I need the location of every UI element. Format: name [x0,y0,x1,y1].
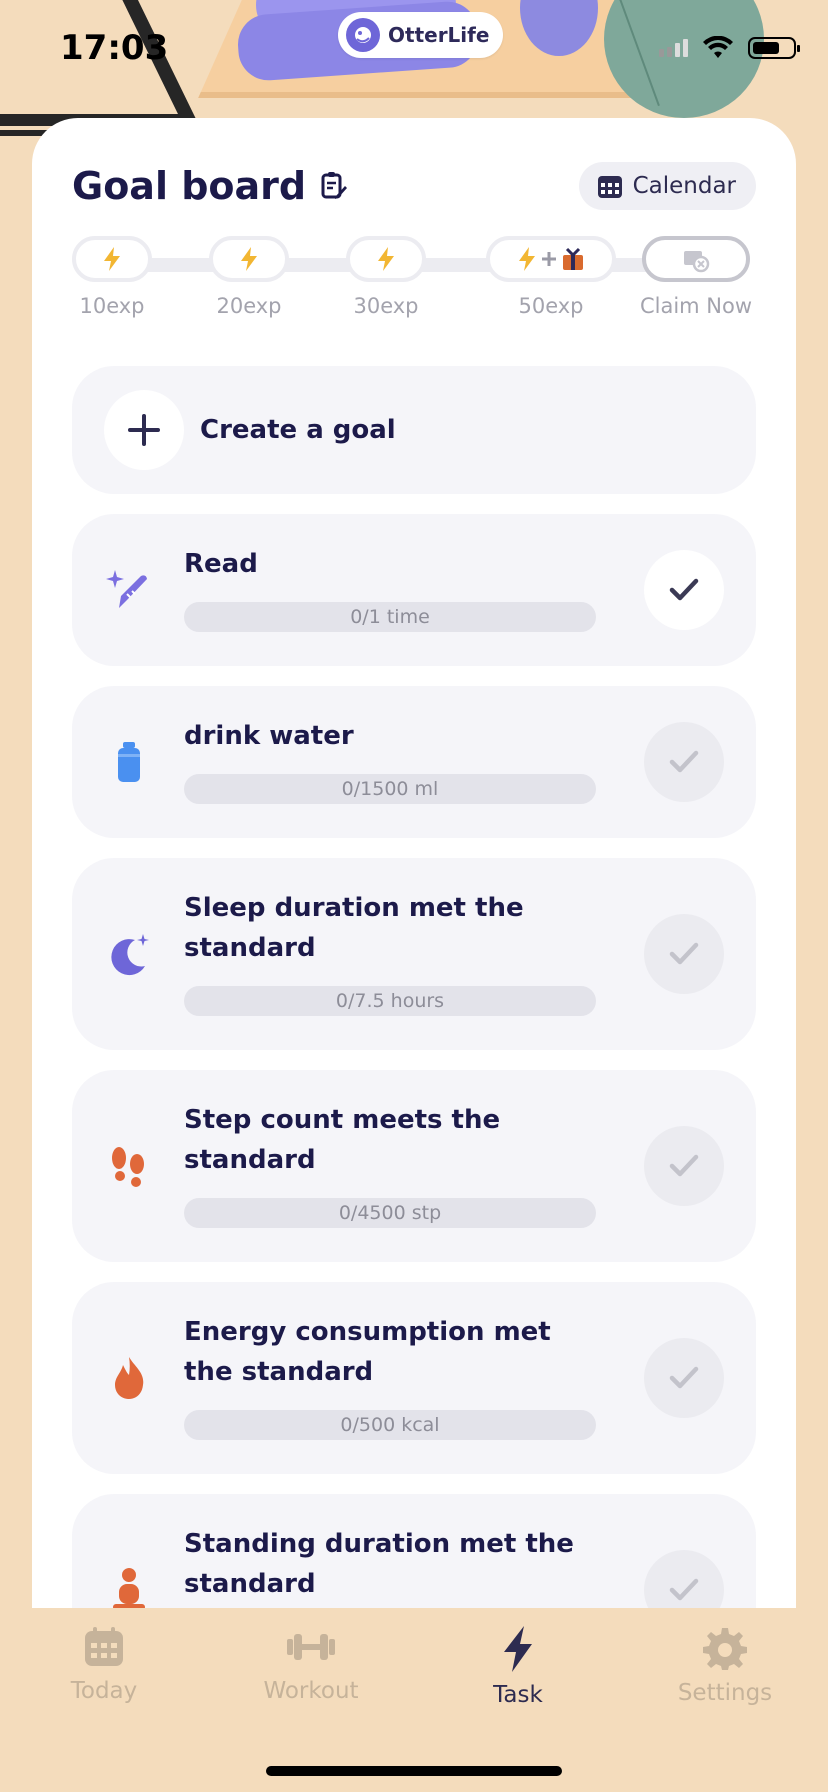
exp-label: 50exp [518,294,584,318]
calendar-icon [85,1627,123,1666]
lightning-icon [504,1626,532,1672]
lightning-icon [378,247,394,271]
exp-label: 20exp [216,294,282,318]
goal-name: Read [184,549,258,579]
page-title: Goal board [72,164,307,208]
goal-progress: 0/4500 stp [184,1198,596,1228]
goal-name: Step count meets the standard [184,1105,501,1175]
complete-check-button[interactable] [644,550,724,630]
goal-name: Energy consumption met the standard [184,1317,551,1387]
dumbbell-icon [287,1634,335,1660]
goal-board-card: Goal board Calendar 10exp 20exp 30exp 50… [32,118,796,1608]
exp-milestone-50 [486,236,616,282]
goal-list: Create a goal Read 0/1 time drink water [72,366,756,1608]
create-goal-label: Create a goal [200,415,396,445]
brand-badge: OtterLife [338,12,504,58]
brand-name: OtterLife [388,23,490,47]
tab-label: Workout [263,1678,359,1704]
tab-label: Settings [677,1680,773,1706]
exp-label: 30exp [353,294,419,318]
tab-label: Task [493,1682,543,1708]
create-goal-button[interactable]: Create a goal [72,366,756,494]
complete-check-button[interactable] [644,914,724,994]
exp-milestone-10 [72,236,152,282]
goal-item-sleep[interactable]: Sleep duration met the standard 0/7.5 ho… [72,858,756,1050]
tab-label: Today [70,1678,138,1704]
otter-logo-icon [346,18,380,52]
tab-today[interactable]: Today [29,1626,179,1704]
claim-now-label[interactable]: Claim Now [636,294,756,318]
exp-milestone-20 [209,236,289,282]
calendar-icon [597,176,622,198]
edit-note-icon[interactable] [320,171,348,201]
home-indicator [266,1766,562,1776]
goal-item-steps[interactable]: Step count meets the standard 0/4500 stp [72,1070,756,1262]
checkmark-icon [669,942,699,965]
cellular-signal-icon [659,39,688,57]
moon-icon [100,925,158,983]
complete-check-button[interactable] [644,1126,724,1206]
lightning-icon [104,247,120,271]
flame-icon [100,1349,158,1407]
goal-name: Standing duration met the standard [184,1529,574,1599]
goal-name: drink water [184,721,354,751]
goal-name: Sleep duration met the standard [184,893,524,963]
tab-workout[interactable]: Workout [236,1626,386,1704]
calendar-button[interactable]: Calendar [578,162,756,210]
card-header: Goal board Calendar [72,156,756,216]
checkmark-icon [669,1154,699,1177]
goal-progress: 0/500 kcal [184,1410,596,1440]
goal-progress: 0/7.5 hours [184,986,596,1016]
bottom-tab-bar: Today Workout Task Settings [0,1608,828,1792]
tab-task[interactable]: Task [443,1626,593,1708]
plus-icon [542,252,556,266]
tab-settings[interactable]: Settings [650,1626,800,1706]
water-bottle-icon [100,733,158,791]
standing-person-icon [100,1561,158,1608]
calendar-button-label: Calendar [632,173,736,199]
complete-check-button[interactable] [644,1338,724,1418]
complete-check-button[interactable] [644,1550,724,1608]
goal-progress: 0/1500 ml [184,774,596,804]
exp-progress-track: 10exp 20exp 30exp 50exp Claim Now [72,236,756,330]
gear-icon [703,1628,747,1670]
add-icon [104,390,184,470]
goal-item-energy[interactable]: Energy consumption met the standard 0/50… [72,1282,756,1474]
checkmark-icon [669,1366,699,1389]
complete-check-button[interactable] [644,722,724,802]
footprints-icon [100,1137,158,1195]
goal-item-drink-water[interactable]: drink water 0/1500 ml [72,686,756,838]
exp-label: 10exp [79,294,145,318]
claim-reward-button[interactable] [642,236,750,282]
lightning-icon [519,247,535,271]
checkmark-icon [669,750,699,773]
checkmark-icon [669,578,699,601]
locked-reward-icon [684,251,710,273]
goal-item-standing[interactable]: Standing duration met the standard [72,1494,756,1608]
goal-item-read[interactable]: Read 0/1 time [72,514,756,666]
goal-progress: 0/1 time [184,602,596,632]
exp-milestone-30 [346,236,426,282]
checkmark-icon [669,1578,699,1601]
battery-icon [748,37,800,59]
status-time: 17:03 [60,28,169,68]
wifi-icon [703,36,733,58]
gift-icon [563,247,583,270]
pen-sparkle-icon [100,561,158,619]
lightning-icon [241,247,257,271]
